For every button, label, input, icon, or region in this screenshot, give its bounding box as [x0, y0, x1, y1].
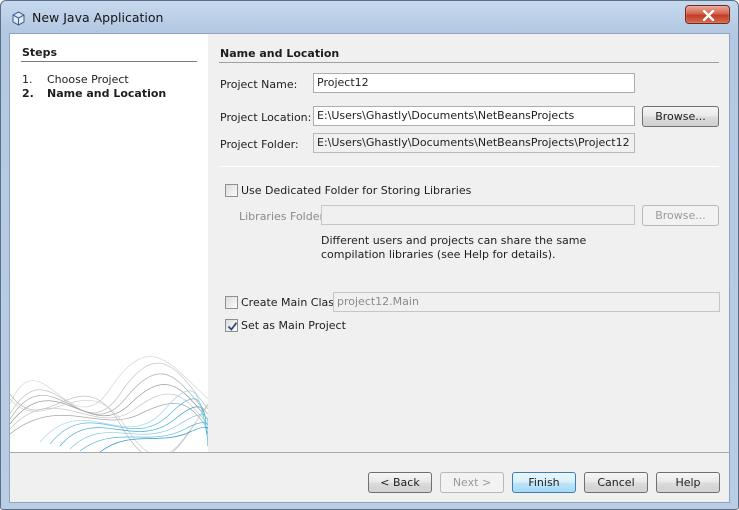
libraries-help-text: Different users and projects can share t… [321, 234, 587, 261]
step-number: 1. [22, 73, 33, 86]
window-title: New Java Application [32, 10, 164, 25]
step-label: Name and Location [47, 87, 167, 100]
close-button[interactable] [685, 5, 730, 24]
next-button: Next > [440, 472, 504, 493]
set-main-project-checkbox[interactable] [225, 319, 238, 332]
libraries-folder-label: Libraries Folder: [239, 210, 328, 223]
project-folder-field: E:\Users\Ghastly\Documents\NetBeansProje… [313, 133, 635, 153]
close-icon [702, 10, 715, 21]
back-button[interactable]: < Back [368, 472, 432, 493]
project-location-input[interactable]: E:\Users\Ghastly\Documents\NetBeansProje… [313, 106, 635, 126]
create-main-class-label: Create Main Class [241, 296, 340, 309]
dialog-content: Steps 1. Choose Project 2. Name and Locati… [9, 33, 730, 503]
cancel-button[interactable]: Cancel [584, 472, 648, 493]
step-choose-project: 1. Choose Project [22, 73, 129, 86]
dedicated-folder-label: Use Dedicated Folder for Storing Librari… [241, 184, 472, 197]
checkmark-icon [227, 322, 238, 331]
project-name-label: Project Name: [220, 78, 298, 91]
new-java-application-dialog: New Java Application Steps 1. Choose Proj… [0, 0, 739, 510]
steps-title: Steps [22, 46, 58, 59]
step-number: 2. [22, 87, 34, 100]
section-title: Name and Location [220, 47, 340, 60]
separator [219, 166, 719, 167]
java-cup-icon [11, 11, 26, 26]
browse-libraries-button: Browse... [642, 205, 719, 226]
project-folder-label: Project Folder: [220, 138, 299, 151]
section-divider [219, 62, 719, 63]
name-and-location-panel: Name and Location Project Name: Project1… [208, 34, 729, 452]
project-location-label: Project Location: [220, 111, 312, 124]
finish-button[interactable]: Finish [512, 472, 576, 493]
button-bar: < Back Next > Finish Cancel Help [10, 452, 729, 502]
browse-location-button[interactable]: Browse... [642, 106, 719, 127]
steps-panel: Steps 1. Choose Project 2. Name and Locati… [10, 34, 208, 452]
libraries-folder-input [321, 205, 635, 225]
dedicated-folder-checkbox[interactable] [225, 184, 238, 197]
steps-divider [21, 61, 197, 62]
create-main-class-checkbox[interactable] [225, 296, 238, 309]
main-class-input: project12.Main [333, 292, 720, 312]
project-name-input[interactable]: Project12 [313, 73, 635, 93]
set-main-project-label: Set as Main Project [241, 319, 346, 332]
step-name-and-location: 2. Name and Location [22, 87, 166, 100]
title-bar[interactable]: New Java Application [1, 1, 738, 34]
step-label: Choose Project [47, 73, 129, 86]
help-button[interactable]: Help [656, 472, 720, 493]
wave-decoration [10, 356, 208, 452]
